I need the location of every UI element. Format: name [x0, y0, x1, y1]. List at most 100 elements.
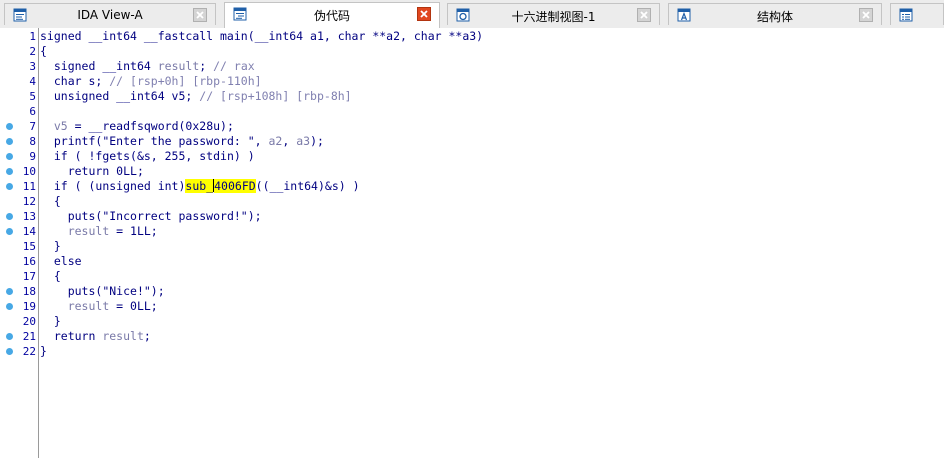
- code-line[interactable]: 21 return result;: [0, 329, 944, 344]
- code-line[interactable]: 12 {: [0, 194, 944, 209]
- code-text[interactable]: }: [40, 314, 61, 329]
- line-number: 13: [22, 210, 36, 223]
- code-line[interactable]: 19 result = 0LL;: [0, 299, 944, 314]
- code-variable[interactable]: a3: [296, 134, 310, 148]
- code-text[interactable]: else: [40, 254, 82, 269]
- code-token: if ( !fgets(&s, 255, stdin) ): [53, 149, 255, 163]
- pseudocode-editor[interactable]: 1 signed __int64 __fastcall main(__int64 …: [0, 28, 944, 458]
- line-number: 3: [29, 60, 36, 73]
- close-icon[interactable]: [417, 7, 431, 21]
- code-line[interactable]: 9 if ( !fgets(&s, 255, stdin) ): [0, 149, 944, 164]
- code-line[interactable]: 5 unsigned __int64 v5; // [rsp+108h] [rb…: [0, 89, 944, 104]
- code-text[interactable]: signed __int64 __fastcall main(__int64 a…: [40, 29, 483, 44]
- code-line[interactable]: 6: [0, 104, 944, 119]
- code-line[interactable]: 1 signed __int64 __fastcall main(__int64 …: [0, 29, 944, 44]
- tab-enums[interactable]: [890, 3, 944, 25]
- tab-structures[interactable]: 结构体: [668, 3, 882, 25]
- code-variable[interactable]: result: [68, 224, 110, 238]
- tab-ida-view-a[interactable]: IDA View-A: [4, 3, 216, 25]
- breakpoint-dot-icon[interactable]: [6, 213, 13, 220]
- breakpoint-dot-icon[interactable]: [6, 333, 13, 340]
- code-token: printf("Enter the password: ",: [53, 134, 269, 148]
- code-text[interactable]: result = 0LL;: [40, 299, 158, 314]
- code-line[interactable]: 16 else: [0, 254, 944, 269]
- code-variable[interactable]: a2: [269, 134, 283, 148]
- code-line[interactable]: 22}: [0, 344, 944, 359]
- close-icon[interactable]: [859, 8, 873, 22]
- code-token: {: [53, 269, 61, 283]
- line-number: 18: [22, 285, 36, 298]
- code-text[interactable]: if ( (unsigned int)sub_4006FD((__int64)&…: [40, 179, 360, 194]
- breakpoint-dot-icon[interactable]: [6, 348, 13, 355]
- code-line[interactable]: 17 {: [0, 269, 944, 284]
- code-variable[interactable]: result: [68, 299, 110, 313]
- breakpoint-dot-icon[interactable]: [6, 303, 13, 310]
- code-text[interactable]: puts("Nice!");: [40, 284, 165, 299]
- code-line[interactable]: 7 v5 = __readfsqword(0x28u);: [0, 119, 944, 134]
- code-variable[interactable]: result: [102, 329, 144, 343]
- code-line[interactable]: 15 }: [0, 239, 944, 254]
- line-number: 8: [29, 135, 36, 148]
- code-text[interactable]: result = 1LL;: [40, 224, 158, 239]
- line-number: 17: [22, 270, 36, 283]
- code-variable[interactable]: result: [158, 59, 200, 73]
- code-text[interactable]: }: [40, 239, 61, 254]
- code-text[interactable]: if ( !fgets(&s, 255, stdin) ): [40, 149, 255, 164]
- breakpoint-dot-icon[interactable]: [6, 168, 13, 175]
- disassembly-view-icon: [13, 8, 27, 22]
- code-line[interactable]: 11 if ( (unsigned int)sub_4006FD((__int6…: [0, 179, 944, 194]
- line-number: 2: [29, 45, 36, 58]
- code-text[interactable]: }: [40, 344, 47, 359]
- code-text[interactable]: char s; // [rsp+0h] [rbp-110h]: [40, 74, 262, 89]
- code-line[interactable]: 4 char s; // [rsp+0h] [rbp-110h]: [0, 74, 944, 89]
- code-line[interactable]: 2{: [0, 44, 944, 59]
- line-number: 6: [29, 105, 36, 118]
- code-line[interactable]: 14 result = 1LL;: [0, 224, 944, 239]
- code-token: ((__int64)&s) ): [255, 179, 360, 193]
- code-text[interactable]: {: [40, 194, 61, 209]
- line-number: 21: [22, 330, 36, 343]
- code-line[interactable]: 13 puts("Incorrect password!");: [0, 209, 944, 224]
- highlighted-identifier[interactable]: 4006FD: [214, 179, 256, 193]
- code-token: = 0LL;: [109, 299, 158, 313]
- code-text[interactable]: unsigned __int64 v5; // [rsp+108h] [rbp-…: [40, 89, 352, 104]
- code-line[interactable]: 18 puts("Nice!");: [0, 284, 944, 299]
- code-text[interactable]: v5 = __readfsqword(0x28u);: [40, 119, 234, 134]
- code-variable[interactable]: v5: [54, 119, 68, 133]
- code-line[interactable]: 3 signed __int64 result; // rax: [0, 59, 944, 74]
- code-line[interactable]: 8 printf("Enter the password: ", a2, a3)…: [0, 134, 944, 149]
- pseudocode-icon: [233, 7, 247, 21]
- code-token: signed __int64: [53, 59, 158, 73]
- code-text[interactable]: puts("Incorrect password!");: [40, 209, 262, 224]
- breakpoint-dot-icon[interactable]: [6, 288, 13, 295]
- tab-pseudocode[interactable]: 伪代码: [224, 2, 440, 28]
- code-text[interactable]: signed __int64 result; // rax: [40, 59, 255, 74]
- highlighted-identifier[interactable]: sub_: [185, 179, 214, 193]
- code-line[interactable]: 20 }: [0, 314, 944, 329]
- code-token: }: [53, 314, 61, 328]
- code-text[interactable]: return 0LL;: [40, 164, 144, 179]
- breakpoint-dot-icon[interactable]: [6, 153, 13, 160]
- code-text[interactable]: {: [40, 269, 61, 284]
- breakpoint-dot-icon[interactable]: [6, 123, 13, 130]
- close-icon[interactable]: [193, 8, 207, 22]
- code-token: = __readfsqword(0x28u);: [67, 119, 234, 133]
- code-token: if ( (unsigned int): [53, 179, 186, 193]
- line-number: 5: [29, 90, 36, 103]
- code-line[interactable]: 10 return 0LL;: [0, 164, 944, 179]
- code-text[interactable]: {: [40, 44, 47, 59]
- tab-label: 伪代码: [313, 9, 350, 23]
- close-icon[interactable]: [637, 8, 651, 22]
- code-text[interactable]: printf("Enter the password: ", a2, a3);: [40, 134, 324, 149]
- breakpoint-dot-icon[interactable]: [6, 183, 13, 190]
- tab-hex-view-1[interactable]: 十六进制视图-1: [447, 3, 660, 25]
- breakpoint-dot-icon[interactable]: [6, 138, 13, 145]
- code-text[interactable]: return result;: [40, 329, 151, 344]
- breakpoint-dot-icon[interactable]: [6, 228, 13, 235]
